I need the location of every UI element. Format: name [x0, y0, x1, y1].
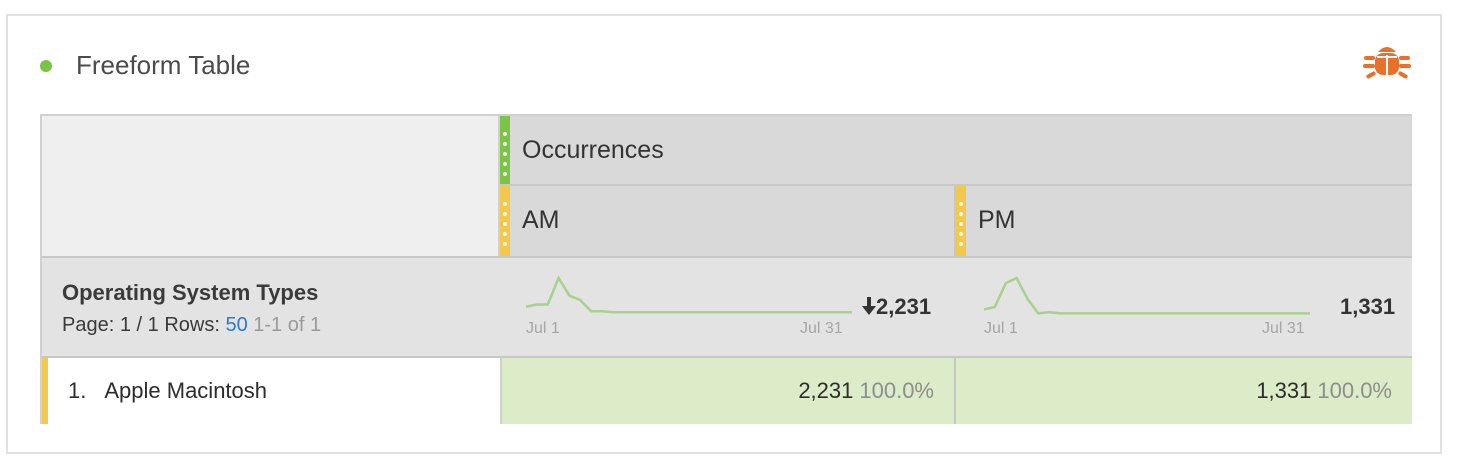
total-am: 2,231 — [862, 294, 931, 320]
sparkline-end-label: Jul 31 — [800, 320, 843, 337]
range-label: 1-1 of 1 — [253, 314, 322, 336]
value-cell-pm[interactable]: 1,331 100.0% — [956, 358, 1412, 424]
sparkline-path — [525, 275, 852, 314]
cell-value: 2,231 — [798, 378, 854, 403]
segment-header-label: PM — [978, 206, 1016, 234]
row-accent — [42, 358, 48, 424]
value-cell-am[interactable]: 2,231 100.0% — [500, 358, 956, 424]
segment-drag-handle-am[interactable] — [500, 186, 510, 256]
page-label: Page: 1 / 1 — [62, 314, 159, 336]
metric-drag-handle[interactable] — [500, 116, 510, 184]
cell-value: 1,331 — [1256, 378, 1312, 403]
rows-label: Rows: — [164, 314, 220, 336]
segment-header-am[interactable]: AM — [500, 186, 956, 256]
sparkline-start-label: Jul 1 — [984, 320, 1018, 337]
table-corner — [42, 116, 500, 256]
total-value-am: 2,231 — [876, 294, 932, 319]
freeform-table-panel: Freeform Table Occurrences AM PM Operati… — [6, 14, 1442, 454]
total-value-pm: 1,331 — [1340, 294, 1396, 319]
metric-header-occurrences[interactable]: Occurrences — [500, 116, 1412, 186]
status-dot — [40, 60, 52, 72]
rows-per-page-select[interactable]: 50 — [225, 314, 247, 336]
row-dimension-value: Apple Macintosh — [104, 378, 268, 403]
arrow-down-icon — [862, 297, 876, 315]
row-label[interactable]: 1. Apple Macintosh — [68, 378, 267, 404]
segment-drag-handle-pm[interactable] — [956, 186, 966, 256]
freeform-table: Occurrences AM PM Operating System Types… — [40, 114, 1412, 424]
row-index: 1. — [68, 378, 87, 403]
cell-percent: 100.0% — [1317, 378, 1392, 403]
sparkline-start-label: Jul 1 — [526, 320, 560, 337]
metric-header-label: Occurrences — [522, 136, 664, 164]
sparkline-end-label: Jul 31 — [1262, 320, 1305, 337]
bug-icon[interactable] — [1362, 42, 1412, 88]
segment-header-pm[interactable]: PM — [956, 186, 1412, 256]
cell-percent: 100.0% — [859, 378, 934, 403]
segment-header-label: AM — [522, 206, 560, 234]
sparkline-path — [983, 276, 1310, 315]
summary-row: Operating System Types Page: 1 / 1 Rows:… — [42, 256, 1412, 358]
dimension-title[interactable]: Operating System Types — [62, 280, 318, 306]
panel-title[interactable]: Freeform Table — [76, 50, 250, 81]
panel-header: Freeform Table — [8, 16, 1440, 114]
paging-info: Page: 1 / 1 Rows: 50 1-1 of 1 — [62, 314, 321, 337]
table-row[interactable]: 1. Apple Macintosh 2,231 100.0% 1,331 100.0… — [42, 358, 1412, 424]
